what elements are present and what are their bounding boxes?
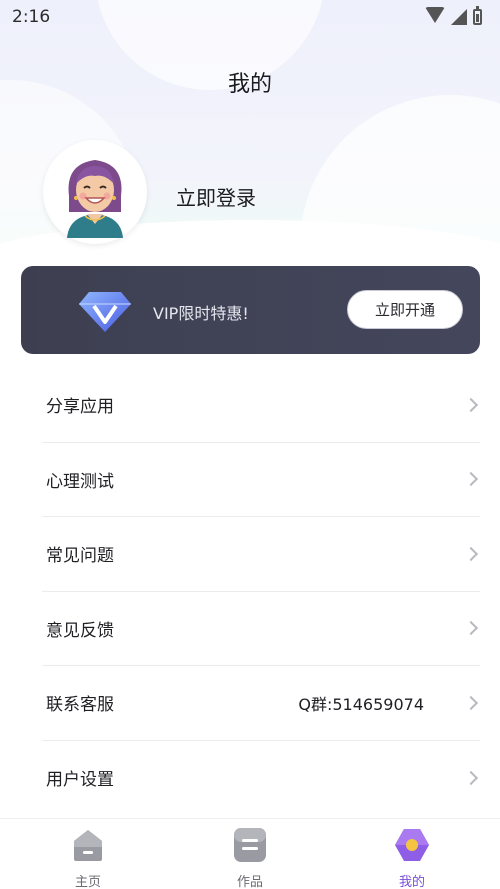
home-icon: [74, 830, 102, 861]
tab-profile[interactable]: 我的: [372, 827, 452, 889]
menu-item-label: 常见问题: [46, 546, 114, 567]
tab-label: 作品: [236, 875, 263, 889]
menu-item-faq[interactable]: 常见问题: [42, 517, 480, 592]
bottom-tab-bar: 主页 作品 我的: [0, 818, 500, 889]
tab-works[interactable]: 作品: [210, 827, 290, 889]
chevron-right-icon: [463, 770, 479, 785]
chevron-right-icon: [463, 472, 479, 487]
tab-label: 主页: [74, 875, 101, 889]
profile-icon: [395, 829, 429, 861]
settings-menu: 分享应用 心理测试 常见问题 意见反馈 联系客服 Q群:514659074 用户…: [42, 368, 480, 815]
battery-icon: [473, 6, 482, 25]
menu-item-share[interactable]: 分享应用: [42, 368, 480, 443]
chevron-right-icon: [463, 397, 479, 412]
vip-promo-text: VIP限时特惠!: [153, 304, 249, 323]
vip-banner[interactable]: VIP限时特惠! 立即开通: [21, 266, 480, 354]
chevron-right-icon: [463, 695, 479, 710]
status-time: 2:16: [12, 7, 51, 27]
menu-item-feedback[interactable]: 意见反馈: [42, 592, 480, 666]
menu-item-label: 意见反馈: [46, 620, 114, 641]
menu-item-label: 用户设置: [46, 770, 114, 791]
menu-item-label: 联系客服: [46, 695, 114, 716]
login-link[interactable]: 立即登录: [176, 182, 256, 211]
diamond-icon: [79, 292, 131, 332]
status-bar: 2:16: [0, 0, 500, 34]
signal-icon: [451, 9, 467, 25]
chevron-right-icon: [463, 546, 479, 561]
avatar-icon: [49, 146, 141, 238]
open-vip-button[interactable]: 立即开通: [347, 290, 463, 329]
avatar[interactable]: [43, 140, 147, 244]
tab-label: 我的: [398, 875, 425, 889]
page-title: 我的: [227, 72, 272, 97]
menu-item-contact[interactable]: 联系客服 Q群:514659074: [42, 666, 480, 741]
works-icon: [234, 828, 266, 862]
menu-item-psych-test[interactable]: 心理测试: [42, 443, 480, 517]
menu-item-user-settings[interactable]: 用户设置: [42, 741, 480, 816]
chevron-right-icon: [463, 621, 479, 636]
tab-home[interactable]: 主页: [48, 827, 128, 889]
wifi-icon: [425, 7, 445, 23]
qq-group-number: Q群:514659074: [298, 694, 424, 714]
menu-item-label: 分享应用: [46, 397, 114, 418]
menu-item-label: 心理测试: [46, 471, 114, 492]
